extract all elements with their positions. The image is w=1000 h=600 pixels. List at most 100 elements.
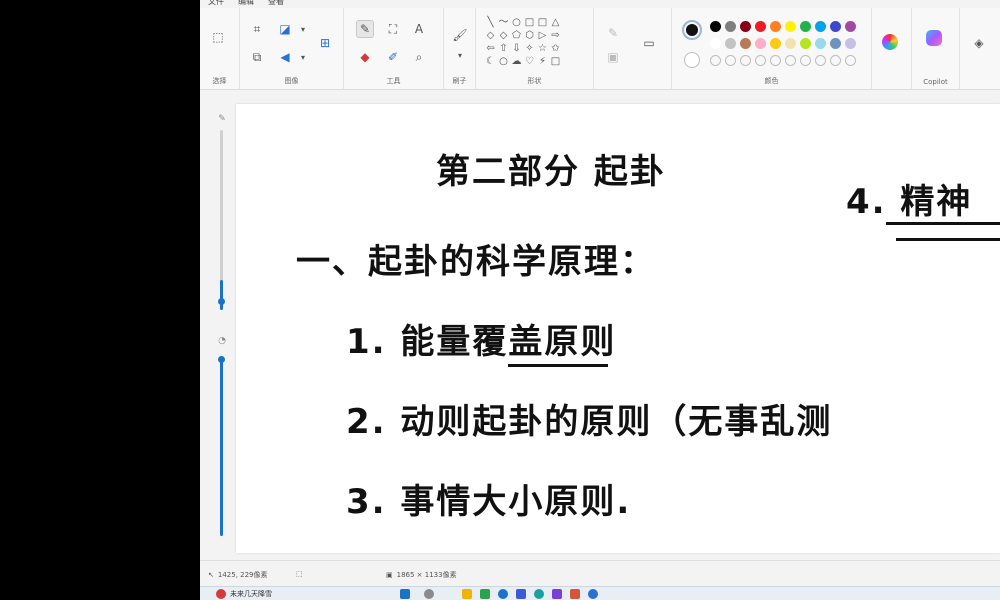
shape-option[interactable]: 〜 <box>497 16 510 29</box>
menu-file[interactable]: 文件 <box>208 0 224 7</box>
taskbar-app-icon[interactable] <box>570 589 580 599</box>
palette-color[interactable] <box>830 38 841 49</box>
shape-option[interactable]: ○ <box>510 16 523 29</box>
screen: 文件 编辑 查看 ⬚ 选择 ⌗ ◪ ▾ ⧉ ◀ ▾ ⊞ 图像 ✎ ⛶ A ◆ ✐… <box>0 0 1000 600</box>
image-properties-icon[interactable]: ⊞ <box>316 34 334 52</box>
custom-color-slot[interactable] <box>830 55 841 66</box>
copilot-icon[interactable] <box>926 30 942 46</box>
shape-option[interactable]: ⇩ <box>510 42 523 55</box>
weather-icon[interactable] <box>216 589 226 599</box>
palette-color[interactable] <box>815 21 826 32</box>
palette-color[interactable] <box>770 38 781 49</box>
shape-option[interactable]: ☆ <box>536 42 549 55</box>
shape-option[interactable]: ♡ <box>523 55 536 68</box>
shape-option[interactable]: □ <box>523 16 536 29</box>
shape-option[interactable]: ⬠ <box>510 29 523 42</box>
brush-dropdown-icon[interactable]: ▾ <box>451 46 469 64</box>
rotate-icon[interactable]: ⧉ <box>248 48 266 66</box>
palette-color[interactable] <box>815 38 826 49</box>
custom-color-slot[interactable] <box>740 55 751 66</box>
fill-bucket-icon[interactable]: ⛶ <box>384 20 402 38</box>
shape-option[interactable]: ⇨ <box>549 29 562 42</box>
palette-color[interactable] <box>845 21 856 32</box>
taskbar-app-icon[interactable] <box>516 589 526 599</box>
opacity-slider-icon: ◔ <box>218 336 226 346</box>
palette-color[interactable] <box>770 21 781 32</box>
magnifier-icon[interactable]: ⌕ <box>410 48 428 66</box>
select-rectangle-icon[interactable]: ⬚ <box>209 28 227 46</box>
custom-color-slot[interactable] <box>725 55 736 66</box>
taskbar-app-icon[interactable] <box>588 589 598 599</box>
shape-option[interactable]: ☁ <box>510 55 523 68</box>
taskbar-app-icon[interactable] <box>480 589 490 599</box>
palette-color[interactable] <box>725 38 736 49</box>
palette-color[interactable] <box>725 21 736 32</box>
palette-color[interactable] <box>755 38 766 49</box>
palette-color[interactable] <box>740 21 751 32</box>
taskbar-app-icon[interactable] <box>462 589 472 599</box>
shape-option[interactable]: ○ <box>497 55 510 68</box>
resize-dropdown-icon[interactable]: ▾ <box>294 20 312 38</box>
shape-option[interactable]: ✩ <box>549 42 562 55</box>
palette-color[interactable] <box>785 21 796 32</box>
pencil-icon[interactable]: ✎ <box>356 20 374 38</box>
custom-color-slot[interactable] <box>800 55 811 66</box>
palette-color[interactable] <box>830 21 841 32</box>
custom-color-slot[interactable] <box>815 55 826 66</box>
primary-color[interactable] <box>682 20 702 40</box>
custom-color-slot[interactable] <box>845 55 856 66</box>
palette-color[interactable] <box>710 21 721 32</box>
menu-view[interactable]: 查看 <box>268 0 284 7</box>
size-slider-knob[interactable] <box>218 298 225 305</box>
taskbar-app-icon[interactable] <box>534 589 544 599</box>
start-icon[interactable] <box>400 589 410 599</box>
shape-option[interactable]: △ <box>549 16 562 29</box>
shape-option[interactable]: ◇ <box>497 29 510 42</box>
menu-edit[interactable]: 编辑 <box>238 0 254 7</box>
drawing-canvas[interactable]: 第二部分 起卦 4. 精神 一、起卦的科学原理： 1. 能量覆盖原则 2. 动则… <box>236 104 1000 553</box>
flip-icon[interactable]: ◀ <box>276 48 294 66</box>
custom-color-slot[interactable] <box>755 55 766 66</box>
size-icon[interactable]: ▭ <box>640 34 658 52</box>
layers-icon[interactable]: ◈ <box>970 34 988 52</box>
brush-icon[interactable]: 🖌 <box>451 26 469 44</box>
search-icon[interactable] <box>424 589 434 599</box>
palette-color[interactable] <box>740 38 751 49</box>
fill-icon[interactable]: ▣ <box>604 48 622 66</box>
eraser-icon[interactable]: ◆ <box>356 48 374 66</box>
outline-icon[interactable]: ✎ <box>604 24 622 42</box>
shape-option[interactable]: ⬡ <box>523 29 536 42</box>
taskbar-app-icon[interactable] <box>498 589 508 599</box>
palette-color[interactable] <box>710 38 721 49</box>
shape-option[interactable]: ☾ <box>484 55 497 68</box>
shape-style-group: ✎ ▣ ▭ <box>594 8 672 90</box>
palette-color[interactable] <box>800 21 811 32</box>
palette-color[interactable] <box>845 38 856 49</box>
shape-option[interactable]: ▷ <box>536 29 549 42</box>
shape-option[interactable]: ◇ <box>484 29 497 42</box>
custom-color-slot[interactable] <box>710 55 721 66</box>
resize-icon[interactable]: ◪ <box>276 20 294 38</box>
status-bar: ↖ 1425, 229像素 ⬚ ▣ 1865 × 1133像素 <box>200 560 1000 586</box>
shape-option[interactable]: ✧ <box>523 42 536 55</box>
color-picker-icon[interactable]: ✐ <box>384 48 402 66</box>
shape-option[interactable]: ⇦ <box>484 42 497 55</box>
palette-color[interactable] <box>800 38 811 49</box>
flip-dropdown-icon[interactable]: ▾ <box>294 48 312 66</box>
weather-text[interactable]: 未来几天降雪 <box>230 589 272 599</box>
palette-color[interactable] <box>755 21 766 32</box>
crop-icon[interactable]: ⌗ <box>248 20 266 38</box>
secondary-color[interactable] <box>684 52 700 68</box>
text-tool[interactable]: A <box>410 20 428 38</box>
palette-color[interactable] <box>785 38 796 49</box>
edit-colors-icon[interactable] <box>882 34 898 50</box>
shape-option[interactable]: ⚡ <box>536 55 549 68</box>
custom-color-slot[interactable] <box>785 55 796 66</box>
shape-option[interactable]: ⇧ <box>497 42 510 55</box>
opacity-slider-knob[interactable] <box>218 356 225 363</box>
shape-option[interactable]: □ <box>549 55 562 68</box>
taskbar-app-icon[interactable] <box>552 589 562 599</box>
shape-option[interactable]: □ <box>536 16 549 29</box>
custom-color-slot[interactable] <box>770 55 781 66</box>
shape-option[interactable]: ╲ <box>484 16 497 29</box>
